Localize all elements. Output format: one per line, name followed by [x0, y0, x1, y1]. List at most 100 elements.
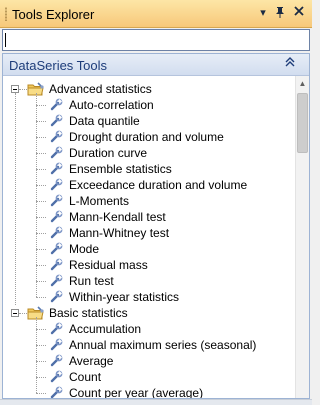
tree-connector [36, 393, 46, 394]
tree-item[interactable]: Run test [3, 273, 293, 289]
tool-wrench-icon [49, 338, 63, 352]
tree-item[interactable]: Count [3, 369, 293, 385]
tool-wrench-icon [49, 242, 63, 256]
tree-connector [19, 313, 27, 314]
tree-item-label: Data quantile [69, 114, 140, 128]
tree-item[interactable]: Count per year (average) [3, 385, 293, 398]
tree-item[interactable]: L-Moments [3, 193, 293, 209]
tree-group-label: Advanced statistics [49, 82, 152, 96]
close-icon[interactable] [292, 6, 306, 20]
tree-item-label: Ensemble statistics [69, 162, 172, 176]
tree-item[interactable]: Data quantile [3, 113, 293, 129]
tree-connector [36, 265, 46, 266]
tree-item-label: Drought duration and volume [69, 130, 224, 144]
tree-item[interactable]: Average [3, 353, 293, 369]
tree-connector [36, 201, 46, 202]
tool-wrench-icon [49, 162, 63, 176]
tree-item[interactable]: Auto-correlation [3, 97, 293, 113]
drag-grip[interactable] [5, 7, 7, 21]
tree-item[interactable]: Exceedance duration and volume [3, 177, 293, 193]
tree-item-label: Within-year statistics [69, 290, 180, 304]
tree-connector [36, 233, 46, 234]
text-caret [5, 33, 6, 47]
panel-title: DataSeries Tools [9, 58, 108, 73]
tree-group-row[interactable]: Advanced statistics [3, 81, 293, 97]
window-title: Tools Explorer [12, 7, 95, 22]
tool-wrench-icon [49, 194, 63, 208]
tree-item-label: Run test [69, 274, 114, 288]
tree-item-label: Count [69, 370, 102, 384]
scroll-up-icon[interactable]: ▲ [296, 76, 309, 91]
dataseries-tools-panel: DataSeries Tools Advanced statistics Auto… [2, 53, 310, 399]
tree-connector [19, 89, 27, 90]
tree-connector [36, 217, 46, 218]
vertical-scrollbar[interactable]: ▲ [295, 76, 309, 398]
tool-wrench-icon [49, 114, 63, 128]
tool-wrench-icon [49, 386, 63, 398]
scroll-thumb[interactable] [297, 93, 308, 153]
tool-wrench-icon [49, 322, 63, 336]
tree-item[interactable]: Residual mass [3, 257, 293, 273]
pin-icon[interactable] [273, 6, 287, 20]
tree-connector [36, 93, 37, 297]
tree-connector [15, 93, 16, 305]
tree-connector [36, 317, 37, 393]
search-input[interactable] [2, 29, 310, 51]
tree-item-label: Duration curve [69, 146, 148, 160]
tree-item[interactable]: Mode [3, 241, 293, 257]
tree-connector [36, 153, 46, 154]
tree-group-row[interactable]: Basic statistics [3, 305, 293, 321]
tree-connector [36, 185, 46, 186]
tree-item-label: Mode [69, 242, 100, 256]
collapse-toggle-icon[interactable] [11, 309, 19, 317]
tree-item[interactable]: Mann-Kendall test [3, 209, 293, 225]
bottom-bar [0, 399, 312, 405]
tool-wrench-icon [49, 290, 63, 304]
tree-item[interactable]: Ensemble statistics [3, 161, 293, 177]
tool-wrench-icon [49, 146, 63, 160]
tree-connector [36, 329, 46, 330]
tool-wrench-icon [49, 210, 63, 224]
title-bar[interactable]: Tools Explorer ▾ [0, 0, 312, 28]
tree-item-label: Mann-Whitney test [69, 226, 170, 240]
tree-item[interactable]: Duration curve [3, 145, 293, 161]
tree-group-label: Basic statistics [49, 306, 128, 320]
tool-wrench-icon [49, 258, 63, 272]
tree-item[interactable]: Mann-Whitney test [3, 225, 293, 241]
panel-header[interactable]: DataSeries Tools [3, 54, 309, 76]
tree-connector [36, 169, 46, 170]
tree-connector [36, 361, 46, 362]
tree-item-label: Annual maximum series (seasonal) [69, 338, 257, 352]
collapse-icon[interactable] [283, 57, 297, 71]
tree-item-label: Residual mass [69, 258, 148, 272]
tree-item[interactable]: Accumulation [3, 321, 293, 337]
tool-wrench-icon [49, 274, 63, 288]
tree-item[interactable]: Annual maximum series (seasonal) [3, 337, 293, 353]
tree-item-label: Average [69, 354, 114, 368]
tool-wrench-icon [49, 370, 63, 384]
tool-wrench-icon [49, 130, 63, 144]
tree-connector [36, 105, 46, 106]
tool-wrench-icon [49, 178, 63, 192]
tool-wrench-icon [49, 354, 63, 368]
tree-item[interactable]: Drought duration and volume [3, 129, 293, 145]
tree-item[interactable]: Within-year statistics [3, 289, 293, 305]
tree-item-label: Exceedance duration and volume [69, 178, 248, 192]
tree-connector [36, 121, 46, 122]
tool-wrench-icon [49, 98, 63, 112]
tree-connector [36, 249, 46, 250]
tree-connector [36, 297, 46, 298]
tree-connector [36, 345, 46, 346]
collapse-toggle-icon[interactable] [11, 85, 19, 93]
tools-tree: Advanced statistics Auto-correlation Data … [3, 76, 295, 398]
tool-wrench-icon [49, 226, 63, 240]
tree-item-label: Auto-correlation [69, 98, 154, 112]
tree-item-label: Count per year (average) [69, 386, 204, 398]
tree-item-label: Accumulation [69, 322, 142, 336]
tree-item-label: Mann-Kendall test [69, 210, 166, 224]
tree-connector [36, 377, 46, 378]
tree-connector [36, 281, 46, 282]
tree-item-label: L-Moments [69, 194, 130, 208]
tree-connector [36, 137, 46, 138]
dropdown-icon[interactable]: ▾ [256, 6, 270, 20]
